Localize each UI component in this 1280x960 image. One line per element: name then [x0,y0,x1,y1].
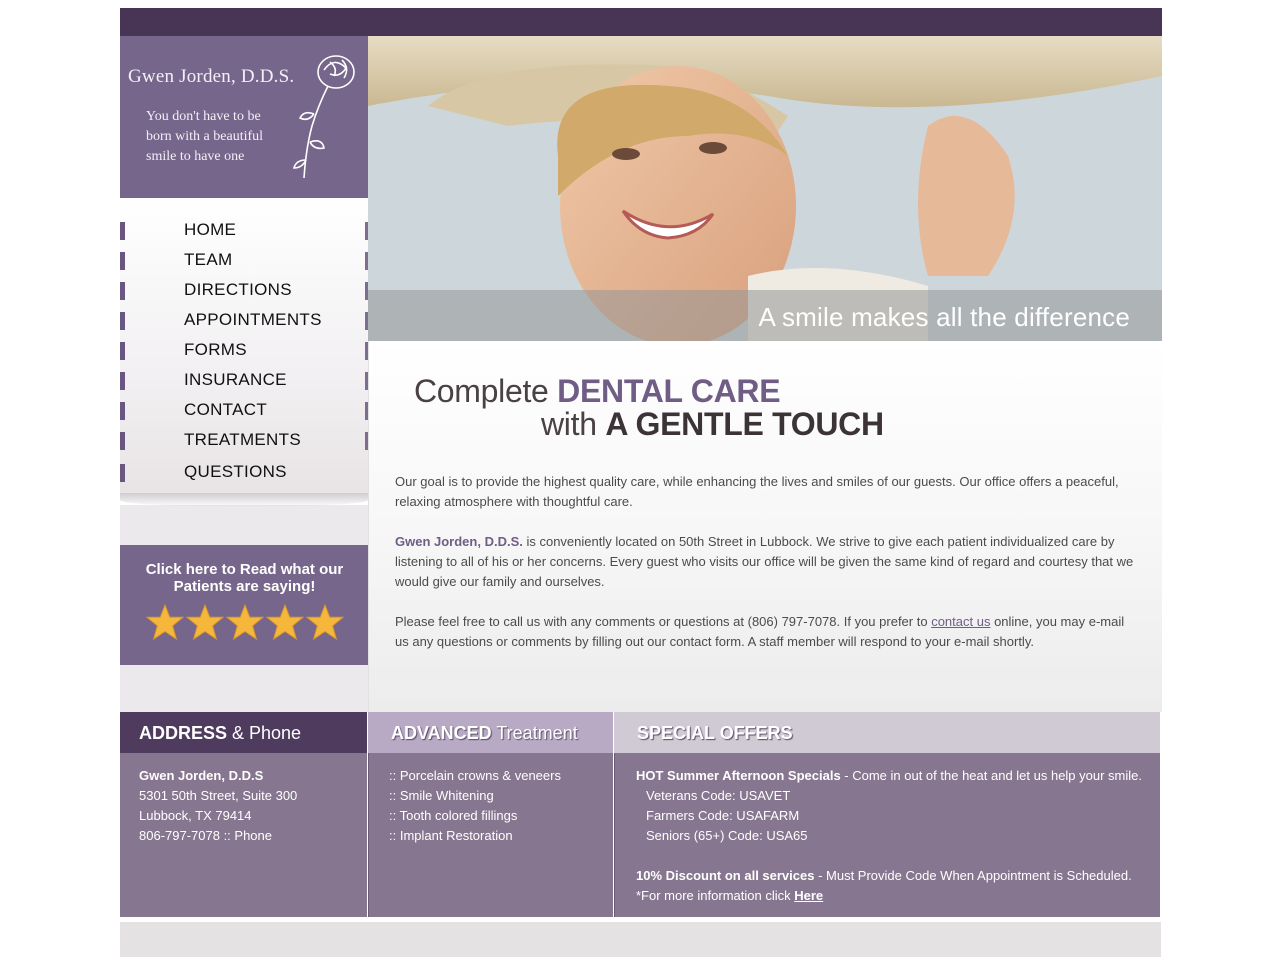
rose-icon [292,55,355,179]
nav-item-questions[interactable]: QUESTIONS [120,460,368,490]
panel-title: SPECIAL OFFERS [637,723,793,744]
hero-image: A smile makes all the difference [368,36,1162,341]
contact-us-link[interactable]: contact us [931,614,990,629]
nav-item-label: HOME [184,220,237,239]
star-icon [146,603,184,641]
intro-paragraph: Our goal is to provide the highest quali… [395,474,1119,509]
tagline-line: born with a beautiful [146,129,264,144]
discount-text: - Must Provide Code When Appointment is … [814,868,1132,883]
logo-tagline: You don't have to be born with a beautif… [146,107,296,167]
panel-title-bold: SPECIAL OFFERS [637,723,793,743]
contact-paragraph: Please feel free to call us with any com… [395,612,1139,652]
bottom-strip [120,922,1161,957]
main-nav: HOME TEAM DIRECTIONS APPOINTMENTS FORMS … [120,198,368,493]
offer-code: Farmers Code: USAFARM [646,808,800,823]
nav-marker [120,312,125,330]
star-rating [146,603,344,641]
treatment-item[interactable]: :: Porcelain crowns & veneers [389,766,613,786]
nav-item-label: INSURANCE [184,370,287,389]
more-info-text: *For more information click [636,888,795,903]
location-paragraph: Gwen Jorden, D.D.S. is conveniently loca… [395,532,1139,592]
nav-item-appointments[interactable]: APPOINTMENTS [120,308,368,338]
nav-marker [120,432,125,450]
nav-item-home[interactable]: HOME [120,218,368,248]
address-panel-header: ADDRESS & Phone [120,712,367,753]
nav-item-label: QUESTIONS [184,462,287,481]
address-name-text: Gwen Jorden, D.D.S [139,768,264,783]
discount-offer: 10% Discount on all services - Must Prov… [636,866,1160,886]
main-content: Complete DENTAL CARE with A GENTLE TOUCH… [368,341,1162,712]
nav-marker [120,252,125,270]
nav-item-team[interactable]: TEAM [120,248,368,278]
nav-item-label: TREATMENTS [184,430,301,449]
logo-block[interactable]: Gwen Jorden, D.D.S. You don't have to be… [120,36,368,198]
contact-text: Please feel free to call us with any com… [395,614,932,629]
nav-item-label: DIRECTIONS [184,280,292,299]
nav-marker [120,402,125,420]
headline-line-2: with A GENTLE TOUCH [541,406,884,443]
nav-marker [120,372,125,390]
panel-title: ADVANCED Treatment [391,723,578,744]
reviews-line: Patients are saying! [173,578,316,595]
hot-special-text: - Come in out of the heat and let us hel… [840,768,1143,783]
nav-marker [120,282,125,300]
nav-item-label: FORMS [184,340,247,359]
nav-marker [120,342,125,360]
panel-title-rest: Treatment [491,723,578,743]
top-bar [120,8,1162,36]
offers-panel-header: SPECIAL OFFERS [614,712,1160,753]
star-icon [186,603,224,641]
nav-shadow [120,493,368,507]
nav-item-insurance[interactable]: INSURANCE [120,368,368,398]
more-info-link[interactable]: Here [794,888,823,903]
reviews-text: Click here to Read what our Patients are… [120,561,369,595]
logo-name: Gwen Jorden, D.D.S. [128,66,295,87]
hot-special: HOT Summer Afternoon Specials - Come in … [636,766,1160,786]
reviews-line: Click here to Read what our [145,561,344,578]
offer-code: Seniors (65+) Code: USA65 [646,828,808,843]
discount-title: 10% Discount on all services [636,868,815,883]
star-icon [226,603,264,641]
nav-marker [120,464,125,482]
nav-item-forms[interactable]: FORMS [120,338,368,368]
star-icon [306,603,344,641]
treatment-panel: :: Porcelain crowns & veneers :: Smile W… [368,753,613,917]
offers-panel: HOT Summer Afternoon Specials - Come in … [614,753,1160,917]
treatment-item[interactable]: :: Tooth colored fillings [389,806,613,826]
hero-caption: A smile makes all the difference [758,302,1130,332]
address-panel: Gwen Jorden, D.D.S 5301 50th Street, Sui… [120,753,367,917]
hot-special-title: HOT Summer Afternoon Specials [636,768,841,783]
nav-item-directions[interactable]: DIRECTIONS [120,278,368,308]
headline-line-1: Complete DENTAL CARE [414,373,781,410]
nav-item-label: APPOINTMENTS [184,310,322,329]
nav-marker [120,222,125,240]
address-city: Lubbock, TX 79414 [139,808,252,823]
nav-item-contact[interactable]: CONTACT [120,398,368,428]
address-street: 5301 50th Street, Suite 300 [139,788,298,803]
headline-strong: A GENTLE TOUCH [605,406,884,442]
headline-plain: Complete [414,373,558,409]
star-icon [266,603,304,641]
nav-item-label: CONTACT [184,400,267,419]
nav-item-treatments[interactable]: TREATMENTS [120,428,368,458]
headline-plain: with [541,406,606,442]
panel-title-bold: ADVANCED [391,723,492,743]
more-info: *For more information click Here [636,886,1160,906]
address-name: Gwen Jorden, D.D.S [139,766,367,786]
offer-code: Veterans Code: USAVET [646,788,791,803]
panel-title: ADDRESS & Phone [139,723,301,744]
panel-title-bold: ADDRESS [139,723,228,743]
headline-accent: DENTAL CARE [557,373,781,409]
reviews-banner[interactable]: Click here to Read what our Patients are… [120,545,369,665]
tagline-line: smile to have one [146,149,245,164]
nav-item-label: TEAM [184,250,233,269]
treatment-panel-header: ADVANCED Treatment [368,712,613,753]
treatment-item[interactable]: :: Implant Restoration [389,826,613,846]
address-phone: 806-797-7078 :: Phone [139,828,272,843]
panel-title-rest: & Phone [227,723,302,743]
treatment-item[interactable]: :: Smile Whitening [389,786,613,806]
tagline-line: You don't have to be [146,109,261,124]
practice-name: Gwen Jorden, D.D.S. [395,534,523,549]
